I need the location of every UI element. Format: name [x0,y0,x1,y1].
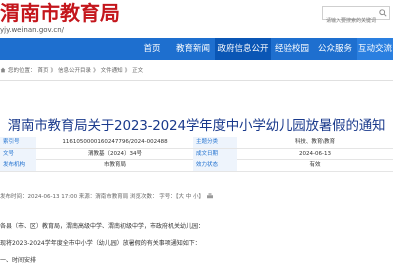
site-logo-title[interactable]: 渭南市教育局 [0,2,120,24]
nav-item-info-disclosure[interactable]: 政府信息公开 [215,38,271,60]
search-icon[interactable] [379,9,387,17]
meta-value-doc-number: 渭教基〔2024〕34号 [88,150,142,157]
breadcrumb-current: 正文 [132,68,144,74]
site-header: 渭南市教育局 yjy.weinan.gov.cn/ [0,0,393,40]
search-input[interactable] [323,15,379,27]
metadata-row: 发布机构 市教育局 效力状态 有效 [0,160,393,172]
breadcrumb-catalog[interactable]: 信息公开目录 [58,68,91,74]
breadcrumb-sep: 》 [124,68,131,74]
article-paragraph: 各县（市、区）教育局，渭南高级中学、渭南初级中学，市政府机关幼儿园： [0,223,205,230]
nav-item-public-service[interactable]: 公众服务 [313,38,357,60]
meta-value-index: 1161050000160247796/2024-002488 [62,139,168,145]
nav-item-news[interactable]: 教育新闻 [171,38,215,60]
meta-label-date: 成文日期 [193,148,237,160]
breadcrumb-sep: 》 [50,68,57,74]
meta-value-publisher: 市教育局 [103,162,126,168]
nav-item-interaction[interactable]: 互动交流 [357,38,393,60]
print-icon[interactable] [206,193,214,199]
divider [0,80,393,81]
breadcrumb-notices[interactable]: 文件通知 [101,68,123,74]
breadcrumb: 您的位置： 首页》信息公开目录》文件通知》正文 [0,66,393,78]
home-icon [0,67,6,73]
publish-info: 发布时间：2024-06-13 17:00 来源：渭南市教育局 浏览次数： 字号… [0,192,393,200]
search-box[interactable] [322,6,390,27]
article-title: 渭南市教育局关于2023-2024学年度中小学幼儿园放暑假的通知 [7,118,386,134]
metadata-table: 索引号 1161050000160247796/2024-002488 主题分类… [0,137,393,172]
meta-label-index: 索引号 [0,137,36,148]
main-nav: 首页 教育新闻 政府信息公开 经验校园 公众服务 互动交流 [0,38,393,60]
publish-info-text: 发布时间：2024-06-13 17:00 来源：渭南市教育局 浏览次数： 字号… [0,194,205,200]
metadata-row: 文号 渭教基〔2024〕34号 成文日期 2024-06-13 [0,148,393,160]
meta-label-category: 主题分类 [193,137,237,148]
site-url: yjy.weinan.gov.cn/ [0,26,65,34]
breadcrumb-sep: 》 [93,68,99,74]
meta-value-status: 有效 [309,162,321,168]
meta-label-doc-number: 文号 [0,148,36,160]
breadcrumb-prefix: 您的位置： [8,68,36,74]
article-paragraph: 一、时间安排 [0,257,37,264]
metadata-row: 索引号 1161050000160247796/2024-002488 主题分类… [0,137,393,149]
meta-value-date: 2024-06-13 [299,150,331,157]
breadcrumb-home[interactable]: 首页 [38,68,49,74]
nav-item-campus[interactable]: 经验校园 [271,38,313,60]
meta-value-category: 科技、教育\教育 [294,139,336,145]
meta-label-status: 效力状态 [193,160,237,171]
nav-item-home[interactable]: 首页 [133,38,171,60]
article-paragraph: 现将2023-2024学年度全市中小学（幼儿园）放暑假的有关事项通知如下： [0,240,201,247]
meta-label-publisher: 发布机构 [0,160,36,171]
